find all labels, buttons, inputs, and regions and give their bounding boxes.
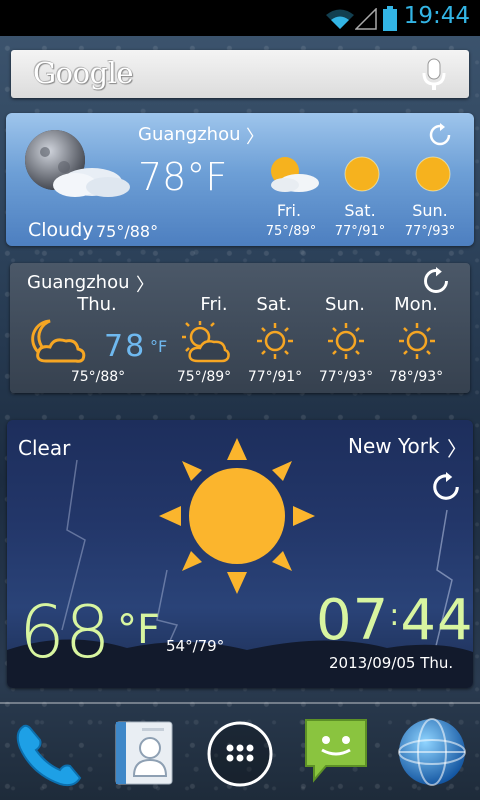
sun-icon (399, 323, 435, 359)
forecast-range: 78°/93° (388, 369, 444, 385)
weather-clock-widget-new-york[interactable]: Clear New York 〉 68 °F 54°/79° 07:44 201… (7, 420, 473, 688)
condition-label: Cloudy (28, 219, 94, 241)
weather-widget-guangzhou-dark[interactable]: Guangzhou 〉 Thu. Fri. Sat. Sun. Mon. 78 … (10, 263, 470, 393)
condition-label: Clear (18, 436, 71, 460)
forecast-day: Fri. (276, 201, 302, 220)
status-bar: 19:44 (0, 0, 480, 36)
forecast-day: Sun. (325, 294, 365, 315)
forecast-day: Thu. (77, 294, 117, 315)
forecast-day: Mon. (394, 294, 438, 315)
chevron-right-icon[interactable]: 〉 (246, 123, 264, 149)
forecast-range: 75°/88° (70, 369, 126, 385)
dock-divider (0, 702, 480, 704)
forecast-day: Sun. (412, 201, 448, 220)
forecast-range: 77°/91° (247, 369, 303, 385)
weather-widget-guangzhou-light[interactable]: Guangzhou 〉 78°F Cloudy 75°/88° Fri. 75°… (6, 113, 474, 246)
cloudy-night-icon (31, 319, 86, 363)
city-name[interactable]: Guangzhou (27, 272, 130, 293)
signal-icon (355, 8, 377, 30)
app-drawer-icon[interactable] (206, 720, 274, 788)
clock-separator: : (389, 598, 401, 633)
forecast-day: Sat. (256, 294, 292, 315)
temp-range: 54°/79° (166, 637, 225, 655)
messaging-icon[interactable] (300, 716, 372, 788)
mic-icon[interactable] (421, 58, 447, 92)
browser-globe-icon[interactable] (396, 716, 468, 788)
current-temp: 68 (19, 590, 111, 674)
temp-range: 75°/88° (96, 222, 159, 241)
temp-unit: °F (150, 337, 168, 356)
sun-icon (415, 156, 451, 192)
forecast-range: 75°/89° (265, 224, 317, 239)
status-clock: 19:44 (403, 3, 470, 29)
sun-icon (344, 156, 380, 192)
phone-icon[interactable] (10, 718, 86, 790)
forecast-range: 77°/93° (318, 369, 374, 385)
forecast-range: 77°/91° (334, 224, 386, 239)
contacts-icon[interactable] (110, 718, 178, 788)
current-temp: 78°F (138, 155, 228, 199)
google-logo: Google (33, 56, 134, 90)
refresh-icon[interactable] (431, 472, 461, 502)
current-temp: 78 (104, 329, 147, 364)
sun-icon (328, 323, 364, 359)
date-label: 2013/09/05 Thu. (329, 654, 454, 672)
refresh-icon[interactable] (422, 267, 450, 295)
battery-icon (383, 6, 397, 31)
forecast-day: Sat. (344, 201, 376, 220)
wifi-icon (326, 9, 354, 29)
temp-unit: °F (117, 607, 161, 653)
forecast-range: 77°/93° (404, 224, 456, 239)
clock-hours: 07 (316, 588, 390, 653)
city-name[interactable]: New York (348, 434, 440, 458)
clock-minutes: 44 (400, 588, 473, 653)
chevron-right-icon[interactable]: 〉 (447, 433, 467, 462)
sun-icon (257, 323, 293, 359)
sun-icon (159, 438, 315, 594)
partly-cloudy-icon (182, 321, 230, 363)
digital-clock[interactable]: 07:44 (316, 588, 473, 653)
partly-cloudy-icon (271, 157, 319, 192)
cloudy-night-moon-icon (25, 130, 130, 197)
refresh-icon[interactable] (428, 123, 452, 147)
google-search-bar[interactable]: Google (11, 50, 469, 98)
forecast-range: 75°/89° (176, 369, 232, 385)
chevron-right-icon[interactable]: 〉 (136, 271, 154, 297)
city-name[interactable]: Guangzhou (138, 124, 241, 145)
